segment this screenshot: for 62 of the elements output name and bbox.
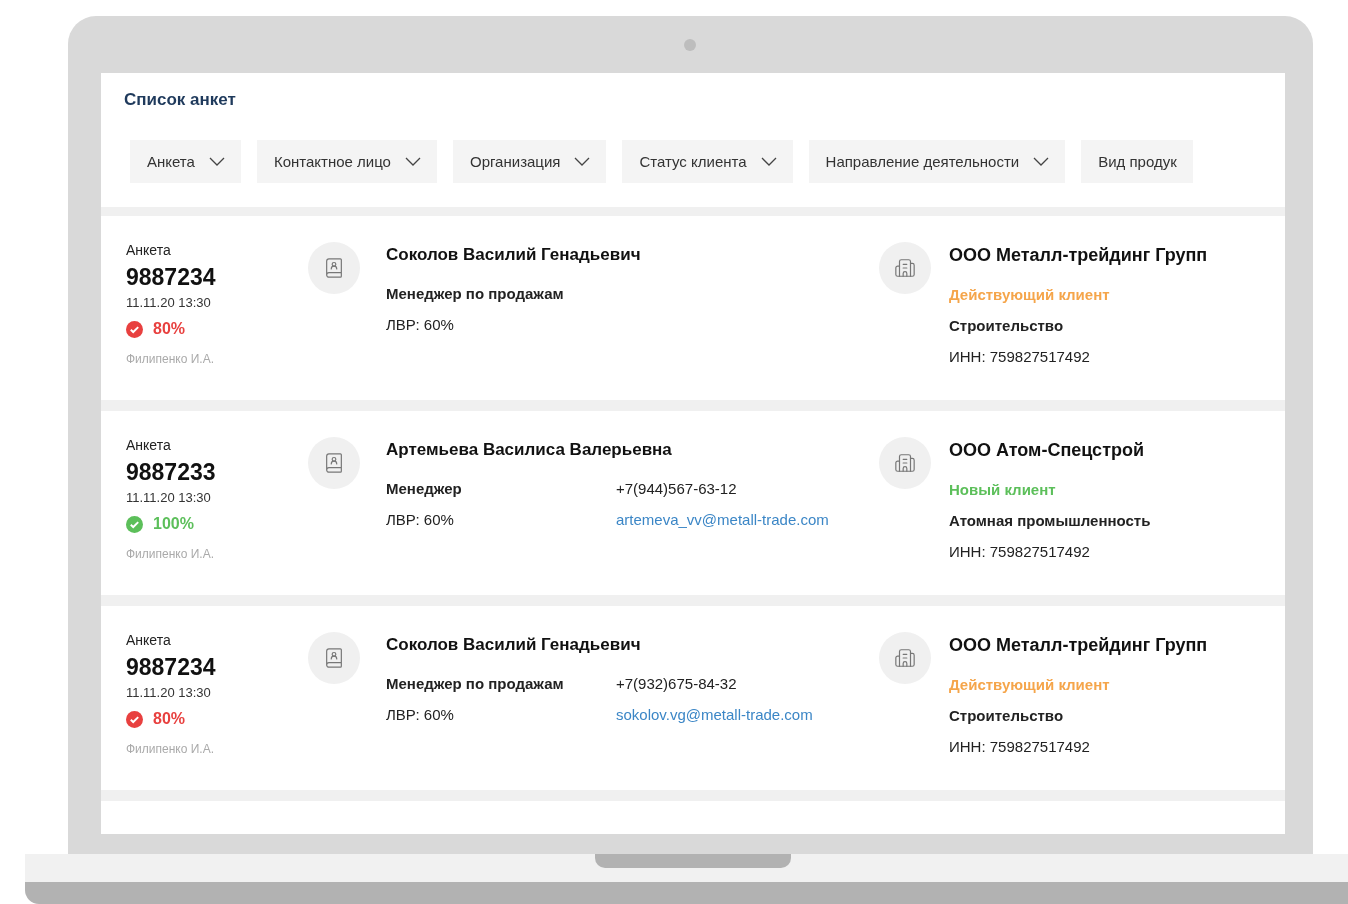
filter-dropdown[interactable]: Статус клиента [622, 140, 793, 183]
author-name: Филипенко И.А. [126, 352, 216, 366]
contact-name: Артемьева Василиса Валерьевна [386, 440, 673, 460]
page-title: Список анкет [123, 89, 237, 111]
contact-book-icon [323, 647, 345, 669]
camera-dot [684, 38, 696, 51]
industry: Атомная промышленность [949, 512, 1151, 529]
client-status: Действующий клиент [949, 676, 1111, 693]
card-label: Анкета [126, 632, 172, 648]
contact-position: Менеджер по продажам [386, 285, 565, 302]
date-time: 11.11.20 13:30 [126, 685, 212, 700]
date-time: 11.11.20 13:30 [126, 490, 212, 505]
chevron-down-icon [404, 157, 421, 166]
building-icon [894, 257, 916, 279]
chevron-down-icon [760, 157, 777, 166]
client-status: Новый клиент [949, 481, 1057, 498]
date-time: 11.11.20 13:30 [126, 295, 212, 310]
questionnaire-number: 9887234 [126, 264, 217, 291]
author-name: Филипенко И.А. [126, 547, 216, 561]
card-label: Анкета [126, 242, 172, 258]
chevron-down-icon [574, 157, 591, 166]
organization-name: ООО Металл-трейдинг Групп [949, 245, 1208, 266]
chevron-down-icon [1033, 157, 1050, 166]
completion-percent: 80% [153, 710, 186, 728]
completion-percent: 80% [153, 320, 186, 338]
contact-name: Соколов Василий Генадьевич [386, 245, 642, 265]
contact-book-icon [323, 452, 345, 474]
completion-percent: 100% [153, 515, 194, 533]
lvr-value: ЛВР: 60% [386, 706, 455, 724]
questionnaire-card[interactable] [101, 411, 1285, 595]
industry: Строительство [949, 707, 1065, 724]
contact-position: Менеджер [386, 480, 463, 497]
questionnaire-card[interactable]: Анкета 9887234 11.11.20 13:30 80% Филипенко И.А. Соколов Василий Генадьевич Менеджер по продажам ЛВР: 60% ООО Металл-трейдинг Групп Действующий клиент Строительство ИНН: 759827517492 [101, 216, 1285, 400]
questionnaire-number: 9887234 [126, 654, 217, 681]
contact-position: Менеджер по продажам [386, 675, 565, 692]
lvr-value: ЛВР: 60% [386, 511, 455, 529]
organization-name: ООО Металл-трейдинг Групп [949, 635, 1208, 656]
contact-name: Соколов Василий Генадьевич [386, 635, 642, 655]
building-icon [894, 647, 916, 669]
card-label: Анкета [126, 437, 172, 453]
chevron-down-icon [208, 157, 225, 166]
filter-dropdown[interactable]: Направление деятельности [808, 140, 1066, 183]
building-icon [894, 452, 916, 474]
contact-phone: +7(944)567-63-12 [616, 480, 738, 497]
filter-dropdown[interactable]: Вид продук [1081, 140, 1193, 183]
lvr-value: ЛВР: 60% [386, 316, 455, 333]
filter-dropdown[interactable]: Организация [452, 140, 607, 183]
questionnaire-card[interactable] [101, 606, 1285, 790]
filter-dropdown[interactable]: Контактное лицо [256, 140, 437, 183]
filter-dropdown[interactable]: Анкета [130, 140, 241, 183]
email-link[interactable]: artemeva_vv@metall-trade.com [616, 511, 829, 528]
author-name: Филипенко И.А. [126, 742, 216, 756]
client-status: Действующий клиент [949, 286, 1111, 303]
inn-number: ИНН: 759827517492 [949, 738, 1091, 755]
contact-book-icon [323, 257, 345, 279]
inn-number: ИНН: 759827517492 [949, 348, 1091, 365]
contact-phone: +7(932)675-84-32 [616, 675, 738, 692]
questionnaire-number: 9887233 [126, 459, 217, 486]
email-link[interactable]: sokolov.vg@metall-trade.com [616, 706, 813, 723]
organization-name: ООО Атом-Спецстрой [949, 440, 1145, 461]
inn-number: ИНН: 759827517492 [949, 543, 1091, 560]
industry: Строительство [949, 317, 1065, 334]
